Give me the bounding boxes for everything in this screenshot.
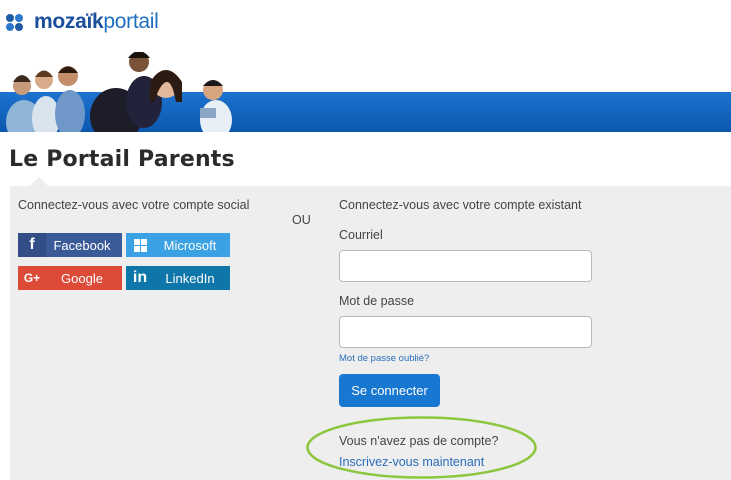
mozaik-portail-logo: mozaïk portail xyxy=(6,8,159,36)
login-button[interactable]: Se connecter xyxy=(339,374,440,407)
page-title: Le Portail Parents xyxy=(9,147,235,172)
logo-mark-icon xyxy=(6,11,28,33)
microsoft-icon xyxy=(126,233,154,257)
password-input[interactable] xyxy=(339,316,592,348)
google-button-label: Google xyxy=(61,270,103,286)
email-input[interactable] xyxy=(339,250,592,282)
password-label: Mot de passe xyxy=(339,294,415,308)
facebook-login-button[interactable]: f Facebook xyxy=(18,233,122,257)
email-label: Courriel xyxy=(339,228,383,242)
google-plus-icon: G+ xyxy=(18,266,46,290)
forgot-password-link[interactable]: Mot de passe oublié? xyxy=(339,353,429,364)
or-separator: OU xyxy=(292,213,311,227)
facebook-button-label: Facebook xyxy=(53,237,111,253)
no-account-text: Vous n'avez pas de compte? xyxy=(339,434,499,448)
microsoft-button-label: Microsoft xyxy=(163,237,217,253)
facebook-icon: f xyxy=(18,233,46,257)
linkedin-button-label: LinkedIn xyxy=(165,270,215,286)
microsoft-login-button[interactable]: Microsoft xyxy=(126,233,230,257)
social-login-heading: Connectez-vous avec votre compte social xyxy=(18,198,250,212)
account-login-heading: Connectez-vous avec votre compte existan… xyxy=(339,198,582,212)
linkedin-login-button[interactable]: in LinkedIn xyxy=(126,266,230,290)
signup-link[interactable]: Inscrivez-vous maintenant xyxy=(339,455,484,469)
logo-text-light: portail xyxy=(103,10,159,33)
panel-pointer xyxy=(30,177,48,186)
header-banner xyxy=(0,52,731,132)
family-photo-illustration xyxy=(6,52,232,132)
logo-text-bold: mozaïk xyxy=(34,10,104,33)
google-login-button[interactable]: G+ Google xyxy=(18,266,122,290)
linkedin-icon: in xyxy=(126,266,154,290)
